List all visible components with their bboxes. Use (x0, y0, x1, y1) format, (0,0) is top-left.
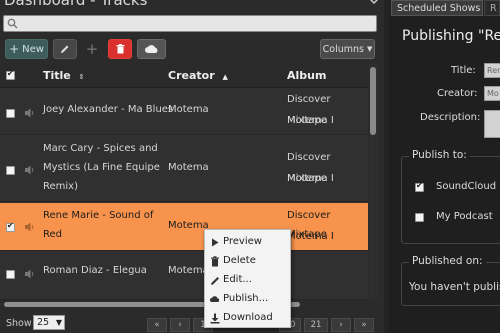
menu-item-download[interactable]: Download (205, 309, 290, 328)
cloud-icon (144, 45, 157, 53)
collapse-icon[interactable] (368, 0, 380, 7)
caret-down-icon: ▼ (55, 318, 62, 327)
soundcloud-label: SoundCloud (436, 181, 497, 192)
trash-icon (211, 256, 219, 267)
description-label: Description: (420, 112, 481, 123)
table-row[interactable]: Roman Diaz - Elegua Motema (0, 252, 368, 300)
toolbar: + New + Columns ▼ (0, 36, 384, 62)
context-menu: Preview Delete Edit... Publish... Downlo… (204, 229, 291, 328)
columns-button[interactable]: Columns ▼ (320, 39, 375, 59)
pager-page-21[interactable]: 21 (304, 318, 328, 332)
search-input[interactable] (22, 16, 372, 31)
track-title: Red (43, 229, 62, 240)
tracks-pane: Dashboard - Tracks + New + Columns ▼ ✔ T… (0, 0, 384, 333)
pencil-icon (61, 45, 69, 53)
table-header: Title ⇕ Creator ▲ Album (0, 63, 368, 88)
row-checkbox[interactable] (6, 109, 15, 118)
download-icon (210, 313, 220, 324)
title-label: Title: (451, 65, 476, 76)
column-header-title[interactable]: Title ⇕ (43, 69, 84, 82)
track-creator: Motema (168, 104, 209, 115)
table-row[interactable]: Joey Alexander - Ma Blues Motema Discove… (0, 89, 368, 135)
my-podcast-label: My Podcast (436, 211, 493, 222)
pager-last[interactable]: » (354, 318, 374, 332)
track-title: Remix) (43, 181, 78, 192)
pencil-icon (211, 277, 219, 285)
menu-item-edit[interactable]: Edit... (205, 271, 290, 290)
published-on-text: You haven't publish (409, 281, 500, 293)
vertical-scrollbar[interactable] (369, 63, 378, 300)
speaker-icon[interactable] (24, 221, 36, 233)
delete-button[interactable] (108, 39, 132, 59)
my-podcast-checkbox[interactable] (415, 213, 424, 222)
menu-item-delete[interactable]: Delete (205, 252, 290, 271)
sort-ascending-icon: ▲ (222, 73, 228, 81)
track-title: Rene Marie - Sound of (43, 210, 154, 221)
speaker-icon[interactable] (24, 107, 36, 119)
pager-prev[interactable]: ‹ (170, 318, 190, 332)
play-icon (212, 238, 219, 247)
track-album: Mixtape (287, 115, 327, 126)
pager-first[interactable]: « (147, 318, 167, 332)
caret-down-icon: ▼ (366, 45, 373, 53)
speaker-icon[interactable] (24, 164, 36, 176)
speaker-icon[interactable] (24, 268, 36, 280)
select-all-checkbox[interactable] (6, 69, 15, 80)
tab-second[interactable]: R (484, 0, 500, 16)
column-header-creator[interactable]: Creator ▲ (168, 69, 228, 82)
menu-item-publish[interactable]: Publish... (205, 290, 290, 309)
horizontal-scrollbar[interactable] (3, 301, 369, 308)
sort-icon: ⇕ (78, 73, 85, 81)
publish-pane: Scheduled Shows R Publishing "Ren Title:… (389, 0, 500, 333)
scrollbar-thumb[interactable] (370, 67, 376, 135)
track-creator: Motema (168, 220, 209, 231)
tracks-table: Title ⇕ Creator ▲ Album Joey Alexander -… (0, 63, 368, 300)
show-label: Show (6, 318, 32, 329)
soundcloud-checkbox[interactable] (415, 181, 424, 192)
row-checkbox[interactable] (6, 221, 15, 232)
plus-icon: + (85, 40, 99, 58)
table-row-selected[interactable]: Rene Marie - Sound of Red Motema Discove… (0, 203, 368, 251)
page-title: Dashboard - Tracks (4, 0, 148, 9)
description-input[interactable] (484, 110, 500, 138)
columns-button-label: Columns (322, 43, 364, 55)
cloud-icon (210, 296, 220, 302)
track-title: Mystics (La Fine Equipe (43, 162, 160, 173)
track-album: Mixtape (287, 173, 327, 184)
row-checkbox[interactable] (6, 270, 15, 279)
app-root: Dashboard - Tracks + New + Columns ▼ ✔ T… (0, 0, 500, 333)
new-button[interactable]: + New (5, 39, 48, 59)
publish-heading: Publishing "Ren (402, 28, 500, 44)
track-title: Marc Cary - Spices and (43, 143, 158, 154)
pager-next[interactable]: › (331, 318, 351, 332)
row-checkbox[interactable] (6, 166, 15, 175)
table-row[interactable]: Marc Cary - Spices and Mystics (La Fine … (0, 136, 368, 202)
menu-item-preview[interactable]: Preview (205, 233, 290, 252)
new-button-label: New (22, 43, 44, 55)
search-box[interactable] (3, 15, 377, 32)
track-album: Mixtape (287, 229, 327, 240)
trash-icon (116, 44, 124, 54)
creator-input[interactable]: Mo (484, 86, 500, 101)
publish-to-legend: Publish to: (409, 149, 470, 161)
publish-to-fieldset (401, 156, 500, 244)
track-creator: Motema (168, 162, 209, 173)
tab-scheduled-shows[interactable]: Scheduled Shows (391, 0, 483, 16)
published-on-legend: Published on: (409, 255, 486, 267)
edit-button[interactable] (53, 39, 77, 59)
track-creator: Motema (168, 265, 209, 276)
soundcloud-button[interactable] (137, 39, 166, 59)
search-icon (7, 18, 18, 29)
track-title: Roman Diaz - Elegua (43, 265, 147, 276)
column-header-album[interactable]: Album (287, 69, 326, 82)
title-input[interactable]: Ren (484, 63, 500, 78)
plus-icon: + (9, 42, 20, 56)
creator-label: Creator: (437, 88, 478, 99)
title-bar: Dashboard - Tracks (0, 0, 384, 14)
track-title: Joey Alexander - Ma Blues (43, 104, 174, 115)
table-footer: Show 25 ▼ « ‹ 1 20 21 › » (0, 312, 384, 333)
page-size-select[interactable]: 25 ▼ (33, 315, 65, 330)
add-to-playlist-button[interactable]: + (82, 39, 102, 59)
